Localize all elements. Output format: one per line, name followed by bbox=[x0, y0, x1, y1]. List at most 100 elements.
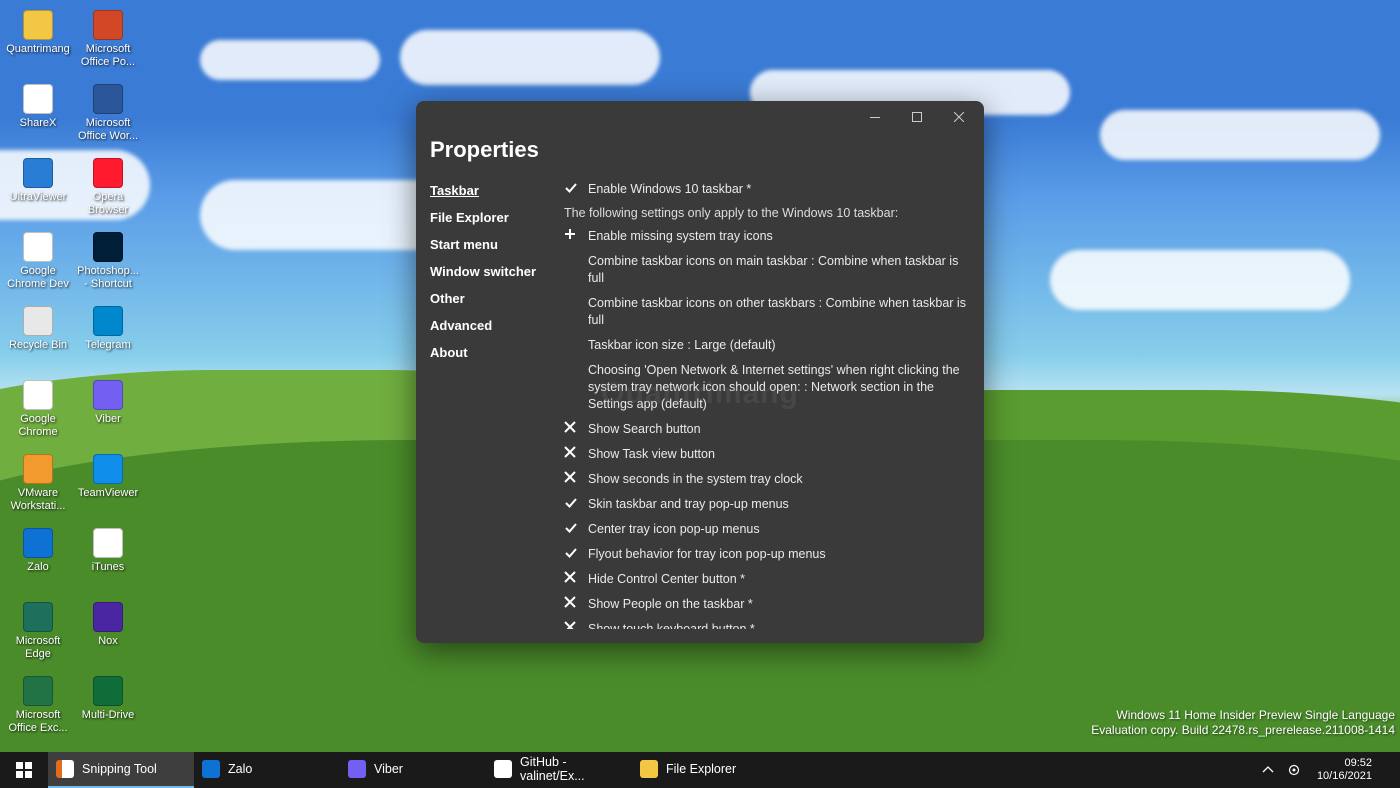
close-button[interactable] bbox=[938, 103, 980, 131]
setting-label: Show touch keyboard button * bbox=[588, 621, 970, 629]
setting-row[interactable]: Enable Windows 10 taskbar * bbox=[564, 177, 970, 202]
taskbar-app-icon bbox=[348, 760, 366, 778]
taskbar-item[interactable]: Zalo bbox=[194, 752, 340, 788]
bg-cloud bbox=[200, 40, 380, 80]
setting-row[interactable]: Combine taskbar icons on main taskbar : … bbox=[564, 249, 970, 291]
chevron-up-icon bbox=[1262, 764, 1274, 776]
bg-cloud bbox=[1050, 250, 1350, 310]
sidebar-item-other[interactable]: Other bbox=[430, 285, 540, 312]
desktop-icons: QuantrimangShareX UltraViewer Google Chrom… bbox=[3, 5, 163, 745]
desktop-icon-label: Opera Browser bbox=[75, 191, 141, 217]
setting-label: Center tray icon pop-up menus bbox=[588, 521, 970, 538]
sidebar-item-start-menu[interactable]: Start menu bbox=[430, 231, 540, 258]
setting-state-icon bbox=[564, 521, 578, 535]
setting-row[interactable]: Center tray icon pop-up menus bbox=[564, 517, 970, 542]
desktop-icon[interactable]: ShareX bbox=[3, 79, 73, 153]
taskbar-item[interactable]: File Explorer bbox=[632, 752, 778, 788]
setting-row[interactable]: Enable missing system tray icons bbox=[564, 224, 970, 249]
sidebar-item-window-switcher[interactable]: Window switcher bbox=[430, 258, 540, 285]
setting-row[interactable]: Show People on the taskbar * bbox=[564, 592, 970, 617]
start-button[interactable] bbox=[0, 752, 48, 788]
minimize-button[interactable] bbox=[854, 103, 896, 131]
desktop-icon-label: VMware Workstati... bbox=[5, 487, 71, 513]
setting-state-icon bbox=[564, 421, 578, 433]
app-icon bbox=[92, 83, 124, 115]
sidebar-item-about[interactable]: About bbox=[430, 339, 540, 366]
taskbar-app-icon bbox=[640, 760, 658, 778]
sidebar-item-file-explorer[interactable]: File Explorer bbox=[430, 204, 540, 231]
maximize-button[interactable] bbox=[896, 103, 938, 131]
setting-state-icon bbox=[564, 181, 578, 195]
desktop-icon[interactable]: Quantrimang bbox=[3, 5, 73, 79]
sidebar-item-taskbar[interactable]: Taskbar bbox=[430, 177, 540, 204]
desktop-icon[interactable]: Microsoft Edge bbox=[3, 597, 73, 671]
desktop-icon[interactable]: Microsoft Office Exc... bbox=[3, 671, 73, 745]
app-icon bbox=[92, 527, 124, 559]
desktop-icon-label: Viber bbox=[95, 413, 120, 426]
taskbar-item[interactable]: Viber bbox=[340, 752, 486, 788]
setting-state-icon bbox=[564, 471, 578, 483]
desktop-icon[interactable]: Telegram bbox=[73, 301, 143, 375]
taskbar-item[interactable]: GitHub - valinet/Ex... bbox=[486, 752, 632, 788]
desktop-icon-label: UltraViewer bbox=[10, 191, 67, 204]
desktop-icon[interactable]: TeamViewer bbox=[73, 449, 143, 523]
desktop-icon[interactable]: Viber bbox=[73, 375, 143, 449]
maximize-icon bbox=[912, 112, 922, 122]
app-icon bbox=[22, 305, 54, 337]
setting-label: Enable Windows 10 taskbar * bbox=[588, 181, 970, 198]
desktop-icon[interactable]: Google Chrome bbox=[3, 375, 73, 449]
app-icon bbox=[22, 379, 54, 411]
setting-row[interactable]: Hide Control Center button * bbox=[564, 567, 970, 592]
desktop-icon[interactable]: Multi-Drive bbox=[73, 671, 143, 745]
desktop-icon[interactable]: Google Chrome Dev bbox=[3, 227, 73, 301]
setting-row[interactable]: Show Search button bbox=[564, 417, 970, 442]
setting-row[interactable]: Show touch keyboard button * bbox=[564, 617, 970, 629]
setting-row[interactable]: Taskbar icon size : Large (default) bbox=[564, 333, 970, 358]
desktop-icon[interactable]: Opera Browser bbox=[73, 153, 143, 227]
taskbar-item-label: File Explorer bbox=[666, 762, 736, 776]
setting-row[interactable]: Skin taskbar and tray pop-up menus bbox=[564, 492, 970, 517]
desktop-icon[interactable]: Photoshop... - Shortcut bbox=[73, 227, 143, 301]
setting-row[interactable]: Flyout behavior for tray icon pop-up men… bbox=[564, 542, 970, 567]
setting-row[interactable]: Show Task view button bbox=[564, 442, 970, 467]
app-icon bbox=[22, 157, 54, 189]
app-icon bbox=[92, 675, 124, 707]
gear-icon bbox=[1287, 763, 1301, 777]
app-icon bbox=[92, 231, 124, 263]
setting-row[interactable]: Choosing 'Open Network & Internet settin… bbox=[564, 358, 970, 417]
setting-row[interactable]: Show seconds in the system tray clock bbox=[564, 467, 970, 492]
setting-state-icon bbox=[564, 496, 578, 510]
desktop[interactable]: QuantrimangShareX UltraViewer Google Chrom… bbox=[0, 0, 1400, 788]
desktop-icon-label: Nox bbox=[98, 635, 118, 648]
setting-label: Show Task view button bbox=[588, 446, 970, 463]
taskbar: Snipping Tool ZaloViberGitHub - valinet/E… bbox=[0, 752, 1400, 788]
desktop-icon[interactable]: Nox bbox=[73, 597, 143, 671]
desktop-icon[interactable]: Microsoft Office Wor... bbox=[73, 79, 143, 153]
system-tray: 09:52 10/16/2021 bbox=[1251, 752, 1400, 788]
taskbar-item[interactable]: Snipping Tool bbox=[48, 752, 194, 788]
setting-row[interactable]: Combine taskbar icons on other taskbars … bbox=[564, 291, 970, 333]
desktop-icon[interactable]: Zalo bbox=[3, 523, 73, 597]
app-icon bbox=[92, 157, 124, 189]
tray-settings-icon[interactable] bbox=[1285, 761, 1303, 779]
desktop-icon-label: Telegram bbox=[85, 339, 130, 352]
clock-time: 09:52 bbox=[1317, 757, 1372, 770]
desktop-icon-label: Microsoft Office Wor... bbox=[75, 117, 141, 143]
sidebar: TaskbarFile ExplorerStart menuWindow swi… bbox=[430, 177, 540, 629]
desktop-icon[interactable]: iTunes bbox=[73, 523, 143, 597]
desktop-icon-label: Microsoft Office Po... bbox=[75, 43, 141, 69]
app-icon bbox=[22, 83, 54, 115]
setting-label: Skin taskbar and tray pop-up menus bbox=[588, 496, 970, 513]
minimize-icon bbox=[870, 117, 880, 118]
app-icon bbox=[22, 601, 54, 633]
desktop-icon[interactable]: VMware Workstati... bbox=[3, 449, 73, 523]
desktop-icon[interactable]: Recycle Bin bbox=[3, 301, 73, 375]
desktop-icon[interactable]: Microsoft Office Po... bbox=[73, 5, 143, 79]
close-icon bbox=[954, 112, 964, 122]
desktop-icon[interactable]: UltraViewer bbox=[3, 153, 73, 227]
tray-chevron-icon[interactable] bbox=[1259, 761, 1277, 779]
sidebar-item-advanced[interactable]: Advanced bbox=[430, 312, 540, 339]
taskbar-clock[interactable]: 09:52 10/16/2021 bbox=[1311, 757, 1378, 783]
taskbar-item-label: Snipping Tool bbox=[82, 762, 157, 776]
windows-icon bbox=[16, 762, 32, 778]
